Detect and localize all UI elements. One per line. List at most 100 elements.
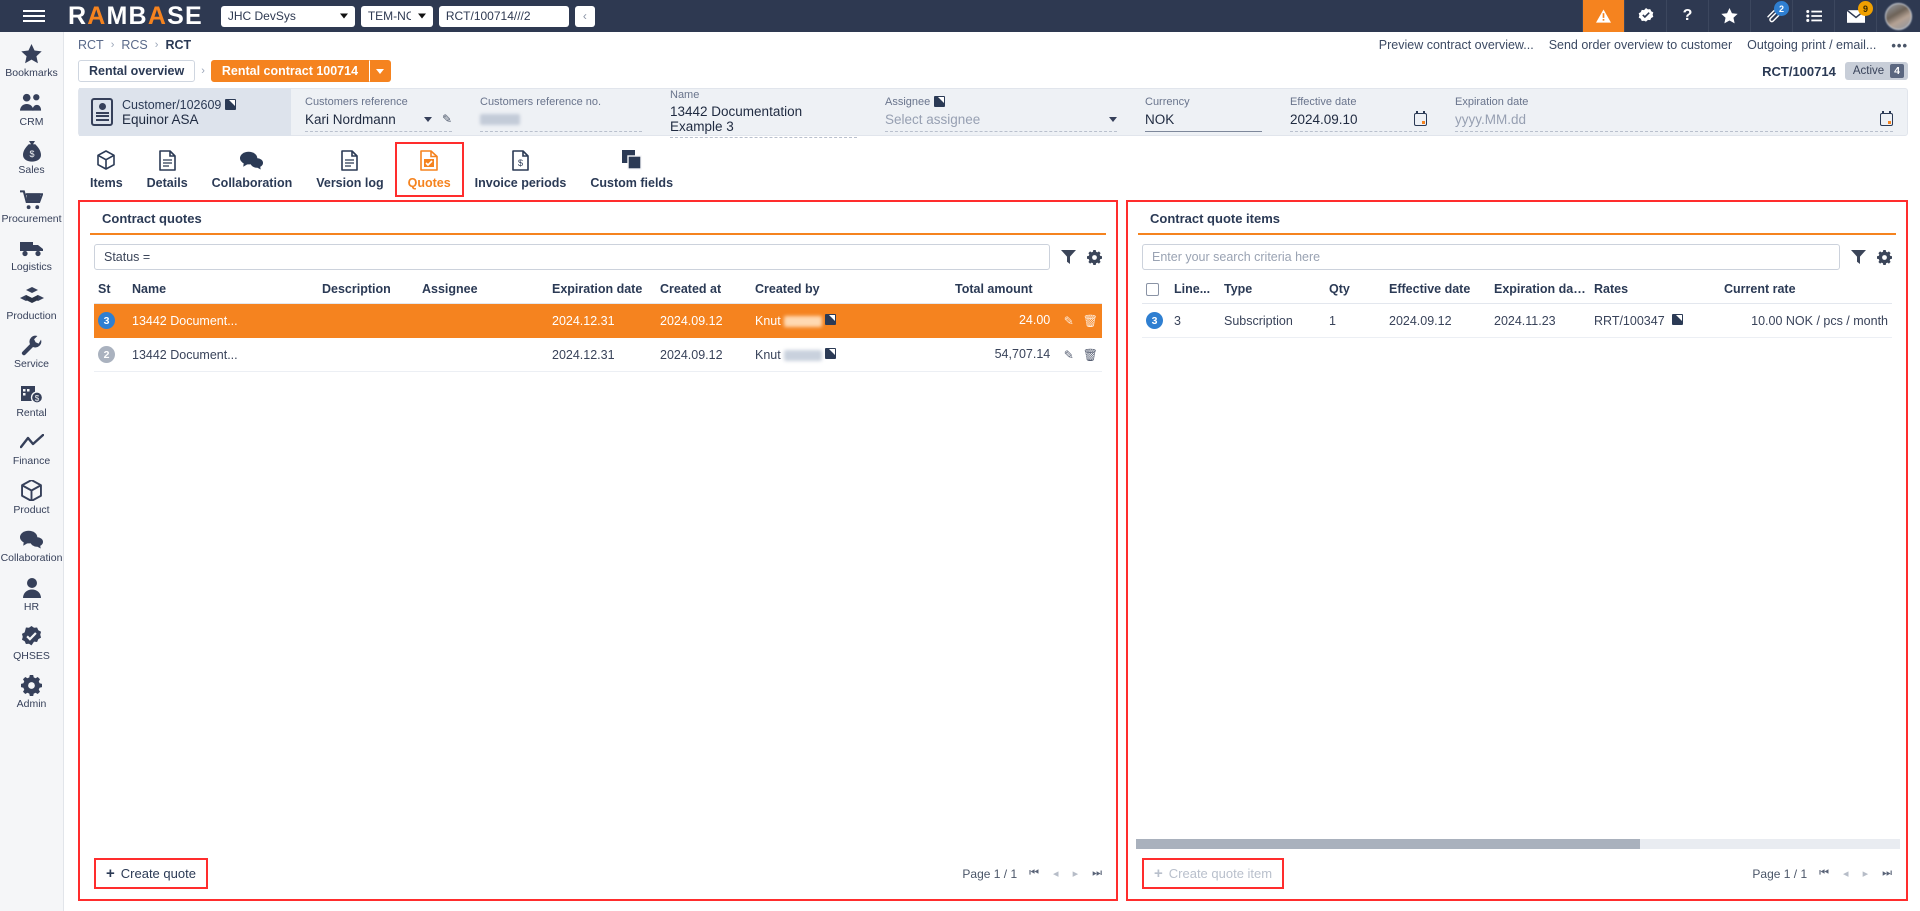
calendar-icon[interactable]	[1414, 110, 1427, 126]
prev-page-button[interactable]: ◂	[1053, 867, 1059, 880]
column-header-st[interactable]: St	[94, 276, 128, 304]
edit-icon[interactable]: ✎	[1064, 314, 1074, 328]
external-link-icon[interactable]	[1672, 313, 1684, 325]
task-list-icon[interactable]	[1792, 0, 1834, 32]
column-header-current-rate[interactable]: Current rate	[1720, 276, 1892, 305]
sidebar-item-hr[interactable]: HR	[0, 570, 64, 619]
warning-icon[interactable]	[1582, 0, 1624, 32]
column-header-effective-date[interactable]: Effective date	[1385, 276, 1490, 305]
customer-ref[interactable]: Customer/102609	[122, 98, 221, 112]
last-page-button[interactable]: ⏭	[1882, 867, 1892, 880]
column-header-description[interactable]: Description	[318, 276, 418, 304]
field-value-row[interactable]: yyyy.MM.dd	[1455, 108, 1893, 132]
column-header-assignee[interactable]: Assignee	[418, 276, 548, 304]
column-header-name[interactable]: Name	[128, 276, 318, 304]
qhses-check-icon[interactable]	[1624, 0, 1666, 32]
document-id-input[interactable]	[438, 5, 569, 27]
first-page-button[interactable]: ⏮	[1819, 867, 1829, 880]
messages-icon[interactable]: 9	[1834, 0, 1876, 32]
tab-custom-fields[interactable]: Custom fields	[578, 143, 685, 196]
locale-select[interactable]: TEM-NO	[360, 5, 433, 27]
column-header-rates[interactable]: Rates	[1590, 276, 1720, 305]
chip-chevron-down-icon[interactable]	[369, 60, 392, 82]
company-select[interactable]: JHC DevSys	[220, 5, 355, 27]
sidebar-item-crm[interactable]: CRM	[0, 85, 64, 134]
field-value-row[interactable]: 13442 Documentation Example 3	[670, 101, 857, 138]
create-quote-button[interactable]: + Create quote	[94, 858, 208, 889]
breadcrumb-item-2[interactable]: RCS	[121, 38, 147, 52]
breadcrumb-item-3[interactable]: RCT	[165, 38, 191, 52]
tab-collaboration[interactable]: Collaboration	[200, 143, 305, 196]
more-actions-icon[interactable]: •••	[1891, 38, 1908, 53]
outgoing-print-email-link[interactable]: Outgoing print / email...	[1747, 38, 1876, 52]
next-page-button[interactable]: ▸	[1073, 867, 1079, 880]
column-header-select-all[interactable]	[1142, 276, 1170, 305]
column-header-expiration-date[interactable]: Expiration dat...	[1490, 276, 1590, 305]
sidebar-item-logistics[interactable]: Logistics	[0, 230, 64, 279]
chip-rental-overview[interactable]: Rental overview	[78, 60, 196, 82]
avatar[interactable]	[1876, 0, 1920, 32]
first-page-button[interactable]: ⏮	[1029, 867, 1039, 880]
send-order-overview-link[interactable]: Send order overview to customer	[1549, 38, 1732, 52]
prev-page-button[interactable]: ◂	[1843, 867, 1849, 880]
help-icon[interactable]: ?	[1666, 0, 1708, 32]
table-row[interactable]: 3 13442 Document... 2024.12.31 2024.09.1…	[94, 303, 1102, 338]
customer-block[interactable]: Customer/102609 Equinor ASA	[79, 88, 291, 136]
sidebar-item-service[interactable]: Service	[0, 327, 64, 376]
sidebar-item-admin[interactable]: Admin	[0, 667, 64, 716]
tab-version-log[interactable]: Version log	[304, 143, 395, 196]
external-link-icon[interactable]	[225, 99, 237, 110]
sidebar-item-product[interactable]: Product	[0, 473, 64, 522]
field-value-row[interactable]: NOK	[1145, 108, 1262, 132]
scrollbar-thumb[interactable]	[1136, 839, 1641, 849]
edit-pencil-icon[interactable]: ✎	[442, 112, 452, 126]
calendar-icon[interactable]	[1880, 110, 1893, 126]
tab-details[interactable]: Details	[135, 143, 200, 196]
field-value-row[interactable]: Select assignee	[885, 108, 1117, 132]
field-value-row[interactable]: 2024.09.10	[1290, 108, 1427, 132]
sidebar-item-qhses[interactable]: QHSES	[0, 619, 64, 668]
column-header-type[interactable]: Type	[1220, 276, 1325, 305]
attachment-icon[interactable]: 2	[1750, 0, 1792, 32]
column-header-qty[interactable]: Qty	[1325, 276, 1385, 305]
quotes-search-input[interactable]	[94, 244, 1050, 270]
breadcrumb-item-1[interactable]: RCT	[78, 38, 104, 52]
chevron-down-icon[interactable]	[1109, 116, 1117, 122]
gear-icon[interactable]	[1877, 249, 1892, 265]
delete-icon[interactable]: 🗑	[1083, 314, 1098, 328]
next-page-button[interactable]: ▸	[1863, 867, 1869, 880]
items-search-input[interactable]	[1142, 244, 1840, 270]
gear-icon[interactable]	[1087, 249, 1102, 265]
external-link-icon[interactable]	[824, 313, 836, 325]
hamburger-icon[interactable]	[0, 0, 68, 32]
select-all-checkbox[interactable]	[1146, 283, 1159, 297]
sidebar-item-sales[interactable]: $ Sales	[0, 133, 64, 182]
chevron-down-icon[interactable]	[423, 116, 432, 122]
delete-icon[interactable]: 🗑	[1083, 348, 1098, 362]
sidebar-item-collaboration[interactable]: Collaboration	[0, 521, 64, 570]
column-header-line[interactable]: Line...	[1170, 276, 1220, 305]
column-header-total-amount[interactable]: Total amount	[951, 276, 1102, 304]
horizontal-scrollbar[interactable]	[1136, 839, 1900, 849]
sidebar-item-production[interactable]: Production	[0, 279, 64, 328]
table-row[interactable]: 3 3 Subscription 1 2024.09.12 2024.11.23…	[1142, 303, 1892, 339]
edit-icon[interactable]: ✎	[1064, 348, 1074, 362]
column-header-created-at[interactable]: Created at	[656, 276, 751, 304]
tab-items[interactable]: Items	[78, 143, 135, 196]
sidebar-item-finance[interactable]: Finance	[0, 424, 64, 473]
last-page-button[interactable]: ⏭	[1092, 867, 1102, 880]
chip-rental-contract[interactable]: Rental contract 100714	[210, 60, 370, 82]
back-button[interactable]: ‹	[574, 5, 595, 27]
table-row[interactable]: 2 13442 Document... 2024.12.31 2024.09.1…	[94, 337, 1102, 372]
tab-invoice-periods[interactable]: $ Invoice periods	[463, 143, 579, 196]
field-value-row[interactable]	[480, 108, 642, 132]
external-link-icon[interactable]	[934, 96, 946, 107]
tab-quotes[interactable]: Quotes	[394, 142, 464, 197]
sidebar-item-bookmarks[interactable]: Bookmarks	[0, 36, 64, 85]
column-header-created-by[interactable]: Created by	[751, 276, 951, 304]
sidebar-item-rental[interactable]: $ Rental	[0, 376, 64, 425]
preview-contract-overview-link[interactable]: Preview contract overview...	[1379, 38, 1534, 52]
field-value-row[interactable]: Kari Nordmann ✎	[305, 108, 452, 132]
external-link-icon[interactable]	[824, 347, 836, 359]
filter-icon[interactable]	[1061, 250, 1076, 264]
